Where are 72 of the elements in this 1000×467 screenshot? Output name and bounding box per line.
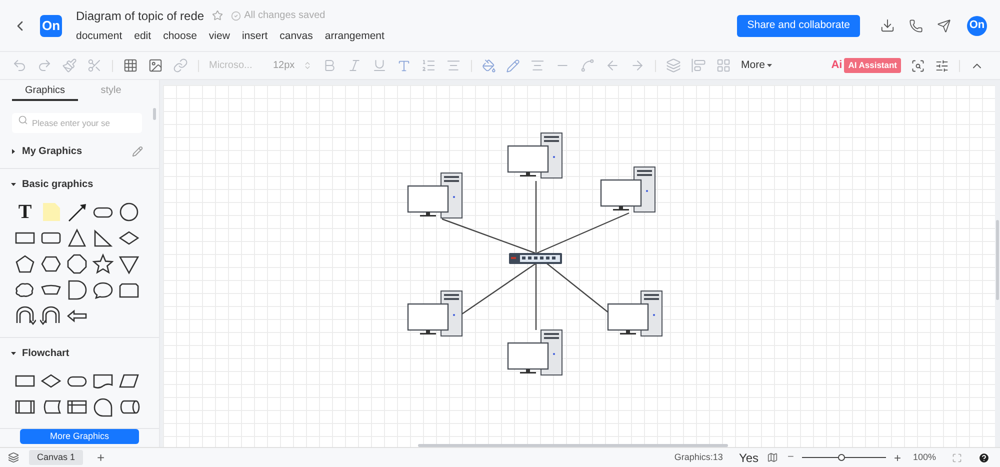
graphics-count: Graphics:13 [674,450,723,464]
network-switch-icon[interactable] [509,253,562,264]
user-avatar[interactable]: On [967,16,987,36]
more-graphics-button[interactable]: More Graphics [20,429,139,444]
search-icon [18,115,28,125]
triangle-shape-icon[interactable] [66,227,88,249]
image-icon[interactable] [148,58,163,73]
caret-icon [766,64,772,67]
connector-line[interactable] [442,218,536,254]
computer-icon[interactable] [407,290,462,336]
connector-line[interactable] [544,262,610,314]
caret-icon[interactable] [11,148,16,154]
status-text: Yes [738,450,759,466]
connector-line[interactable] [535,264,537,330]
menu-item[interactable]: view [208,28,230,44]
star-icon[interactable] [212,10,224,22]
edit-icon[interactable] [132,146,143,156]
font-color-icon[interactable] [397,58,411,72]
section-title[interactable]: Flowchart [22,346,143,360]
canvas-tab[interactable]: Canvas 1 [29,450,84,465]
star-shape-icon[interactable] [92,253,114,275]
text-tool[interactable]: T [14,201,36,223]
menu-item[interactable]: insert [242,28,268,44]
computer-icon[interactable] [507,132,562,178]
download-icon[interactable] [880,18,895,33]
line-color-icon[interactable] [506,58,520,72]
save-status: All changes saved [244,9,326,24]
zoom-out-button[interactable]: − [788,449,794,466]
right-triangle-shape-icon[interactable] [92,227,114,249]
more-menu[interactable]: More [741,58,772,74]
settings-icon[interactable] [935,58,949,72]
section-title[interactable]: My Graphics [22,144,132,158]
computer-icon[interactable] [607,290,662,336]
menu-item[interactable]: edit [134,28,152,44]
zoom-percent: 100% [912,450,936,464]
connector-shape-icon[interactable] [92,396,114,418]
connector-line[interactable] [462,262,538,314]
grid-icon[interactable] [123,58,138,73]
send-icon[interactable] [937,18,951,32]
help-icon[interactable] [978,452,990,464]
computer-icon[interactable] [407,172,462,218]
menu-item[interactable]: canvas [280,28,313,44]
connector-line[interactable] [535,181,537,253]
computer-icon[interactable] [507,330,562,376]
u-down-shape-icon[interactable] [14,305,36,327]
caret-icon[interactable] [11,350,16,356]
pentagon-shape-icon[interactable] [14,253,36,275]
section-title[interactable]: Basic graphics [22,176,143,192]
check-icon [231,10,242,21]
u-up-shape-icon[interactable] [40,305,62,327]
zoom-in-button[interactable]: + [894,448,901,466]
phone-icon[interactable] [909,18,923,32]
app-logo: On [40,14,62,36]
sidebar-tab[interactable]: Graphics [12,81,78,101]
add-canvas-button[interactable]: + [97,448,105,467]
layers-icon[interactable] [8,452,19,463]
menu-item[interactable]: document [76,28,122,44]
d-shape-shape-icon[interactable] [66,279,88,301]
map-icon[interactable] [766,452,778,463]
octagon-shape-icon[interactable] [66,253,88,275]
find-icon[interactable] [911,58,925,72]
caret-icon[interactable] [11,182,16,186]
ai-logo: Ai [831,58,842,74]
menu-item[interactable]: choose [163,28,197,44]
line-shape-icon[interactable] [66,201,88,223]
search-field[interactable]: Please enter your se [12,113,142,133]
computer-icon[interactable] [600,166,656,212]
document-title[interactable]: Diagram of topic of rede [76,6,204,25]
share-button[interactable]: Share and collaborate [737,14,860,36]
connector-line[interactable] [536,212,630,254]
circle-shape-icon[interactable] [118,201,140,223]
menu-item[interactable]: arrangement [324,28,384,44]
